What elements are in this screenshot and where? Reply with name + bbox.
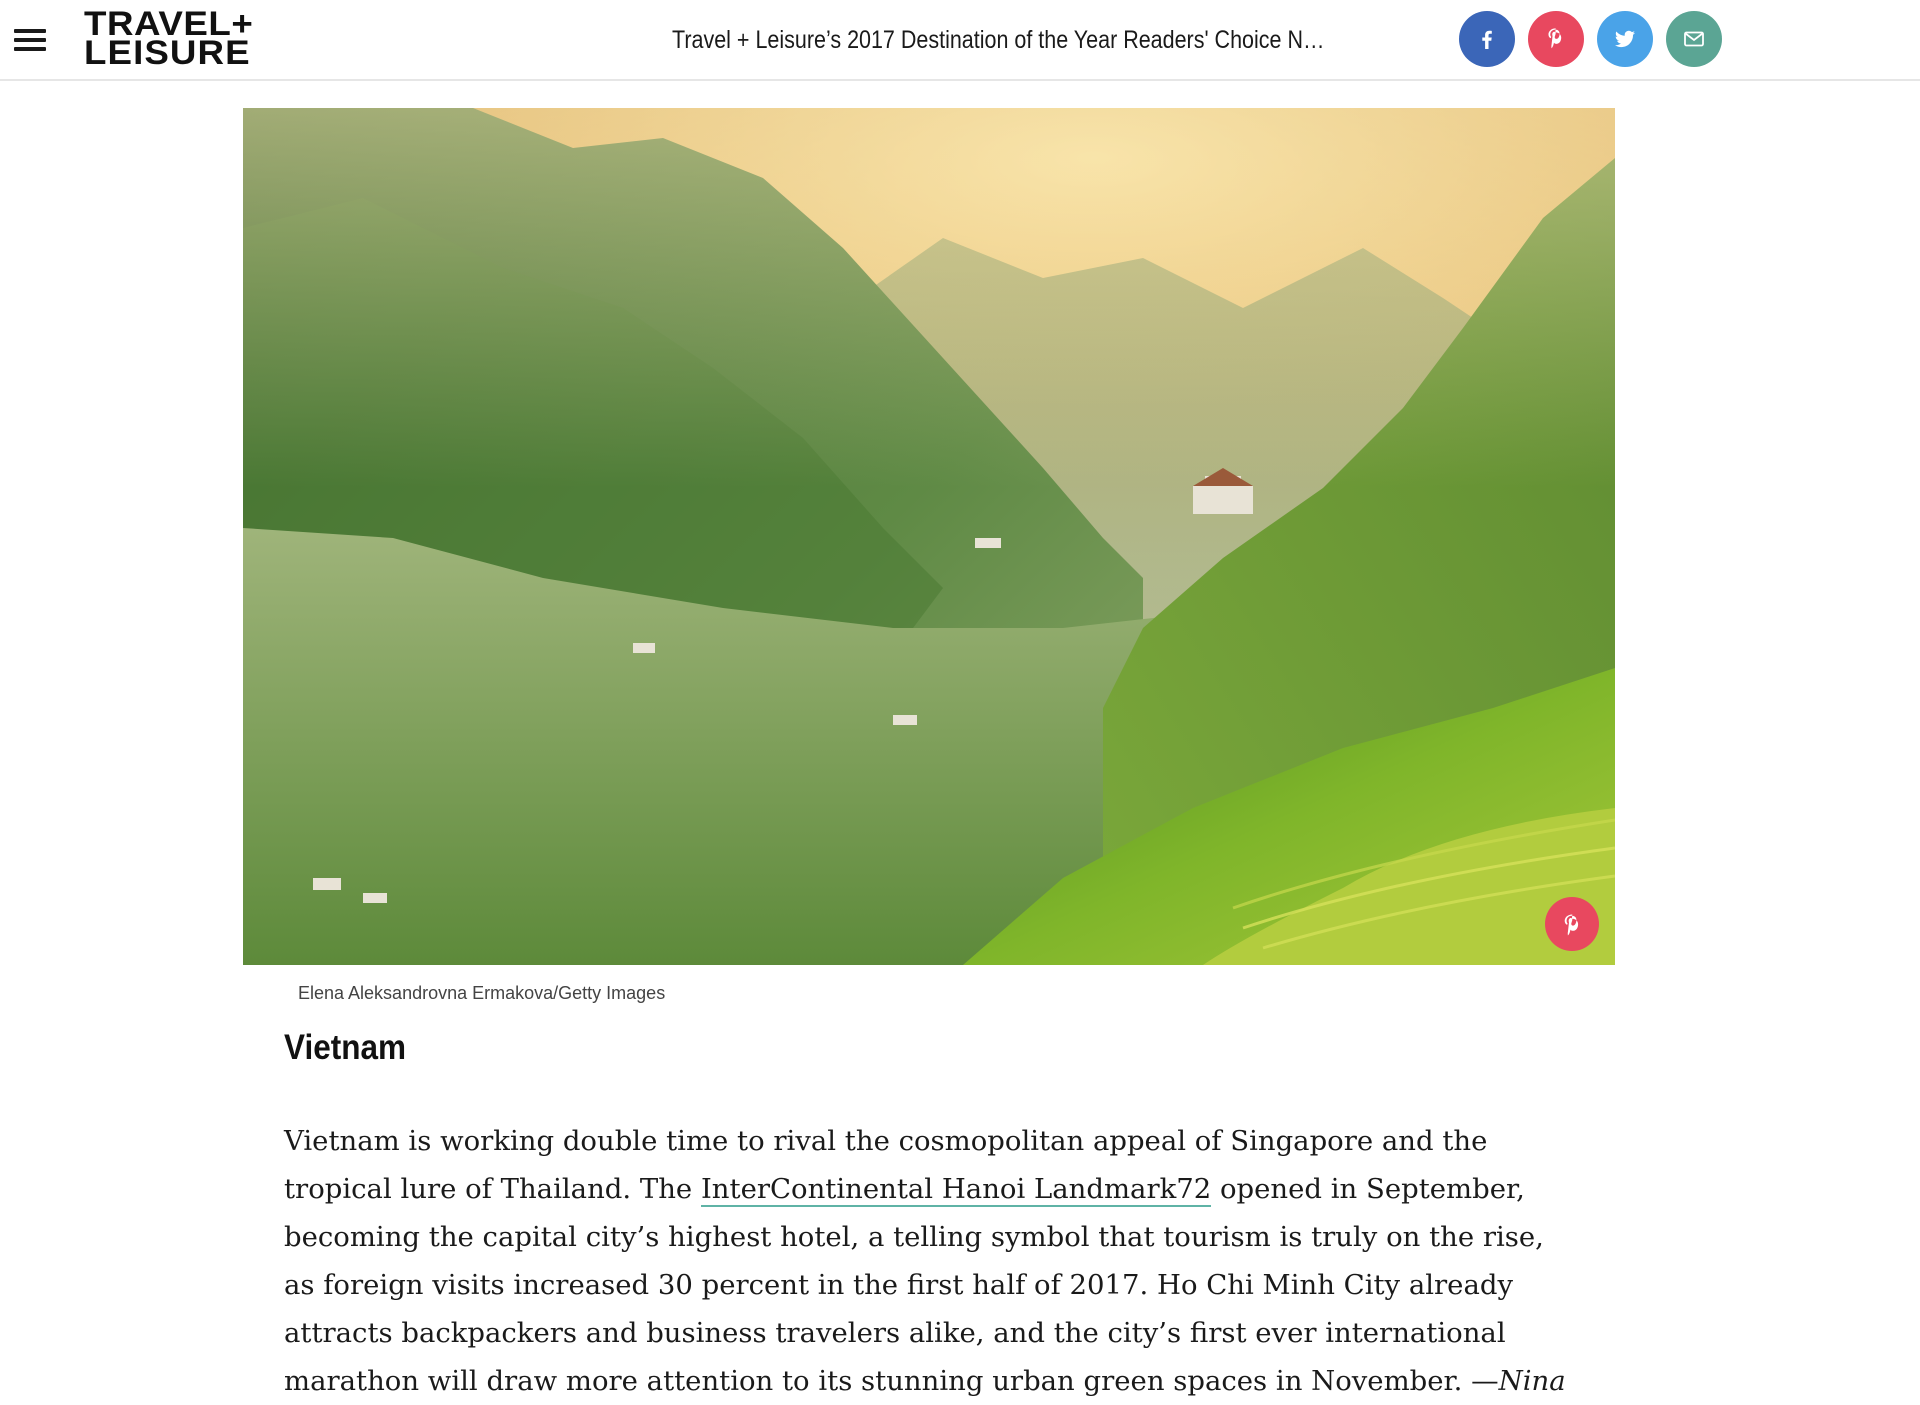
text-span: opened in September, xyxy=(1211,1173,1525,1205)
pinterest-icon xyxy=(1548,28,1562,49)
text-span: tropical lure of Thailand. The xyxy=(284,1173,701,1205)
site-logo[interactable]: TRAVEL+ LEISURE xyxy=(84,7,274,70)
email-share-button[interactable] xyxy=(1666,11,1722,67)
top-header: TRAVEL+ LEISURE Travel + Leisure’s 2017 … xyxy=(0,0,1920,81)
paragraph-line: marathon will draw more attention to its… xyxy=(284,1357,1574,1405)
article-body: Vietnam is working double time to rival … xyxy=(284,1117,1574,1405)
photo-credit: Elena Aleksandrovna Ermakova/Getty Image… xyxy=(298,983,666,1003)
paragraph-line: tropical lure of Thailand. The InterCont… xyxy=(284,1165,1574,1213)
paragraph-line: Vietnam is working double time to rival … xyxy=(284,1125,1488,1157)
hotel-link[interactable]: InterContinental Hanoi Landmark72 xyxy=(700,1173,1212,1207)
hero-image xyxy=(243,108,1615,965)
paragraph-line: attracts backpackers and business travel… xyxy=(284,1317,1506,1349)
facebook-share-button[interactable] xyxy=(1459,11,1515,67)
vietnam-mountain-landscape-photo xyxy=(243,108,1615,965)
article-title: Travel + Leisure’s 2017 Destination of t… xyxy=(672,26,1326,54)
paragraph-line: becoming the capital city’s highest hote… xyxy=(284,1221,1544,1253)
author-name: Nina xyxy=(1498,1365,1566,1397)
paragraph-line: as foreign visits increased 30 percent i… xyxy=(284,1269,1513,1301)
image-pin-button[interactable] xyxy=(1545,897,1599,951)
text-span: marathon will draw more attention to its… xyxy=(284,1365,1499,1397)
facebook-icon xyxy=(1482,30,1492,49)
twitter-share-button[interactable] xyxy=(1597,11,1653,67)
mail-icon xyxy=(1684,31,1704,47)
pinterest-share-button[interactable] xyxy=(1528,11,1584,67)
section-heading: Vietnam xyxy=(284,1028,406,1067)
twitter-icon xyxy=(1615,30,1635,48)
hamburger-menu-icon[interactable] xyxy=(14,26,48,54)
pinterest-icon xyxy=(1564,914,1579,936)
logo-line-2: LEISURE xyxy=(84,34,251,72)
